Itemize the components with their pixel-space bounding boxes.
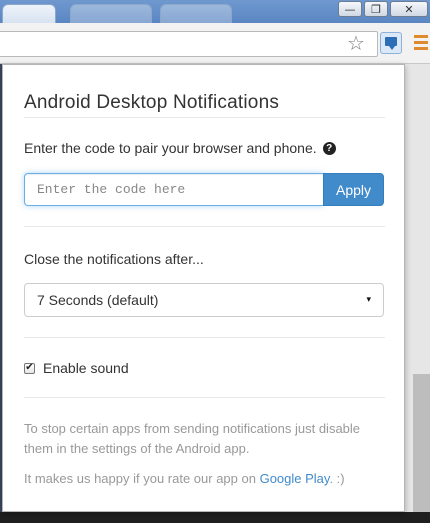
- browser-tab[interactable]: [70, 4, 152, 24]
- minimize-button[interactable]: —: [338, 1, 362, 17]
- disable-apps-note: To stop certain apps from sending notifi…: [24, 421, 361, 456]
- maximize-button[interactable]: ❐: [364, 1, 388, 17]
- rate-prefix: It makes us happy if you rate our app on: [24, 471, 260, 486]
- chevron-down-icon: ▾: [366, 295, 371, 305]
- close-after-select[interactable]: 7 Seconds (default) ▾: [24, 283, 384, 317]
- desktop-notification-icon[interactable]: [380, 32, 402, 54]
- help-icon[interactable]: ?: [322, 141, 336, 155]
- browser-tab[interactable]: [160, 4, 232, 24]
- popup-title: Android Desktop Notifications: [24, 92, 280, 113]
- pairing-code-input[interactable]: [24, 173, 323, 206]
- hamburger-menu-icon[interactable]: [414, 35, 428, 53]
- enable-sound-row[interactable]: ✔ Enable sound: [24, 360, 129, 376]
- pair-instruction: Enter the code to pair your browser and …: [24, 140, 336, 156]
- divider: [24, 117, 385, 118]
- divider: [24, 397, 385, 398]
- select-value: 7 Seconds (default): [37, 292, 159, 308]
- page-background: [405, 64, 430, 523]
- rate-suffix: . :): [329, 471, 345, 486]
- browser-titlebar: — ❐ ✕: [0, 0, 430, 24]
- enable-sound-checkbox[interactable]: ✔: [24, 362, 35, 374]
- extension-popup: Android Desktop Notifications Enter the …: [2, 64, 405, 512]
- window-controls: — ❐ ✕: [336, 0, 430, 20]
- close-window-button[interactable]: ✕: [390, 1, 428, 17]
- divider: [24, 337, 385, 338]
- bookmark-star-icon[interactable]: ☆: [347, 32, 365, 54]
- rate-app-note: It makes us happy if you rate our app on…: [24, 469, 385, 489]
- page-scrollbar[interactable]: [413, 374, 430, 523]
- enable-sound-label: Enable sound: [43, 360, 129, 376]
- code-input-group: Apply: [24, 173, 384, 206]
- divider: [24, 226, 385, 227]
- close-after-label: Close the notifications after...: [24, 251, 204, 267]
- page-bottom: [0, 512, 430, 523]
- apply-button[interactable]: Apply: [323, 173, 384, 206]
- browser-tab[interactable]: [2, 4, 56, 24]
- pair-label-text: Enter the code to pair your browser and …: [24, 140, 317, 156]
- google-play-link[interactable]: Google Play: [260, 471, 330, 486]
- address-bar[interactable]: [0, 31, 378, 57]
- browser-toolbar: ☆: [0, 23, 430, 64]
